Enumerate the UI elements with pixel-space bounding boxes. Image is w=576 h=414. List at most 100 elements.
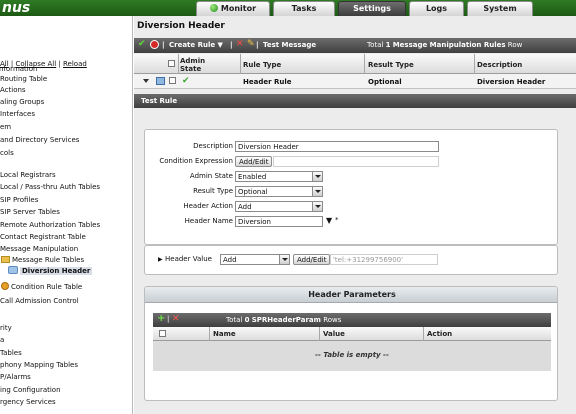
nav-item-signaling-groups[interactable]: aling Groups <box>0 98 44 107</box>
nav-item-emergency-services[interactable]: rgency Services <box>0 398 56 407</box>
params-total-suffix: Rows <box>323 316 342 324</box>
separator: | <box>58 60 61 68</box>
nav-item-tables[interactable]: Tables <box>0 349 22 358</box>
nav-item-message-rule-tables[interactable]: Message Rule Tables <box>1 256 84 265</box>
result-type-label: Result Type <box>193 187 233 195</box>
header-name-field[interactable]: Diversion <box>235 216 323 227</box>
nav-item-routing-table[interactable]: Routing Table <box>0 75 47 84</box>
rules-toolbar: ✔ | Create Rule ▼ | ✕ ✎ | Test Message T… <box>134 38 576 53</box>
admin-state-label: Admin State <box>189 172 233 180</box>
row-rule-type: Header Rule <box>243 78 292 86</box>
total-prefix: Total <box>367 41 384 49</box>
add-icon[interactable]: + <box>157 313 165 324</box>
edit-icon[interactable]: ✎ <box>247 39 255 49</box>
condition-expression-field[interactable] <box>273 156 439 167</box>
gear-icon <box>1 282 9 290</box>
delete-icon[interactable]: ✕ <box>236 39 244 49</box>
page-title: Diversion Header <box>137 21 225 31</box>
col-admin-state[interactable]: Admin State <box>180 57 220 73</box>
col-description[interactable]: Description <box>477 61 522 69</box>
nav-item-local-registrars[interactable]: Local Registrars <box>0 171 56 180</box>
tab-system[interactable]: System <box>467 1 533 16</box>
row-description: Diversion Header <box>477 78 546 86</box>
enabled-check-icon: ✔ <box>182 76 190 86</box>
nav-item-interfaces[interactable]: Interfaces <box>0 110 35 119</box>
toolbar-divider: | <box>230 41 233 49</box>
header-name-dropdown-icon[interactable]: ▼ <box>326 216 332 225</box>
main-panel: Diversion Header ✔ | Create Rule ▼ | ✕ ✎… <box>134 16 576 414</box>
header-value-field[interactable]: 'tel:+31299756900' <box>330 254 438 265</box>
table-row[interactable]: ✔ Header Rule Optional Diversion Header <box>134 74 576 89</box>
nav-item-media[interactable]: a <box>0 336 4 345</box>
rule-table-icon <box>8 266 18 274</box>
tab-settings[interactable]: Settings <box>338 1 406 16</box>
tab-logs[interactable]: Logs <box>409 1 464 16</box>
col-action[interactable]: Action <box>427 330 452 338</box>
nav-item-protocols[interactable]: cols <box>0 149 14 158</box>
nav-item-actions[interactable]: Actions <box>0 86 26 95</box>
params-total: Total 0 SPRHeaderParam Rows <box>226 316 341 324</box>
nav-item-sip-server-tables[interactable]: SIP Server Tables <box>0 208 60 217</box>
empty-table-message: -- Table is empty -- <box>153 341 551 371</box>
row-checkbox[interactable] <box>169 77 176 86</box>
header-parameters-title: Header Parameters <box>145 287 557 303</box>
tab-monitor[interactable]: Monitor <box>196 1 270 16</box>
rule-form: Description Diversion Header Condition E… <box>144 129 558 245</box>
nav-item-message-manipulation[interactable]: Message Manipulation <box>0 245 78 254</box>
nav-item-condition-rule-table[interactable]: Condition Rule Table <box>1 282 82 292</box>
tab-monitor-label: Monitor <box>220 4 257 13</box>
nav-item-contact-registrant[interactable]: Contact Registrant Table <box>0 233 86 242</box>
toolbar-divider: | <box>256 41 259 49</box>
chevron-down-icon <box>312 202 322 211</box>
total-label: Message Manipulation Rules <box>392 41 506 49</box>
result-type-select[interactable]: Optional <box>235 186 323 197</box>
total-suffix: Row <box>507 41 523 49</box>
expand-row-icon[interactable] <box>143 79 149 83</box>
reload-link[interactable]: Reload <box>63 60 87 68</box>
header-params-toolbar: + | ✕ Total 0 SPRHeaderParam Rows <box>153 313 551 327</box>
col-result-type[interactable]: Result Type <box>368 61 414 69</box>
monitor-icon <box>209 4 218 12</box>
test-message-button[interactable]: Test Message <box>263 41 316 49</box>
apply-check-icon[interactable]: ✔ <box>138 39 146 49</box>
nav-item-telephony-mapping[interactable]: phony Mapping Tables <box>0 361 78 370</box>
header-value-box: ▶ Header Value Add Add/Edit 'tel:+312997… <box>144 245 558 275</box>
total-count: 1 <box>385 41 391 49</box>
nav-item-label: Diversion Header <box>20 267 93 275</box>
params-select-all-checkbox[interactable] <box>159 330 166 339</box>
nav-item-security[interactable]: rity <box>0 324 12 333</box>
nav-item-information[interactable]: nformation <box>0 65 37 74</box>
header-value-select[interactable]: Add <box>220 254 290 265</box>
nav-item-snmp-alarms[interactable]: P/Alarms <box>0 373 31 382</box>
nav-item-logging-configuration[interactable]: ing Configuration <box>0 386 61 395</box>
select-all-checkbox[interactable] <box>168 60 175 69</box>
col-name[interactable]: Name <box>213 330 236 338</box>
header-action-value: Add <box>238 203 252 211</box>
create-rule-button[interactable]: Create Rule ▼ <box>169 41 223 49</box>
nav-item-system[interactable]: em <box>0 123 11 132</box>
nav-item-diversion-header[interactable]: Diversion Header <box>8 266 93 276</box>
folder-icon <box>1 256 10 263</box>
nav-item-sip-profiles[interactable]: SIP Profiles <box>0 196 38 205</box>
rules-grid-header: Admin State Rule Type Result Type Descri… <box>134 54 576 74</box>
rules-total: Total 1 Message Manipulation Rules Row <box>367 41 522 49</box>
stop-icon[interactable] <box>150 40 159 51</box>
delete-icon[interactable]: ✕ <box>172 314 180 324</box>
tab-tasks[interactable]: Tasks <box>273 1 335 16</box>
nav-item-call-admission-control[interactable]: Call Admission Control <box>0 297 79 306</box>
nav-item-pass-thru-auth[interactable]: Local / Pass-thru Auth Tables <box>0 183 100 192</box>
toolbar-divider: | <box>167 315 170 323</box>
description-field[interactable]: Diversion Header <box>235 141 439 152</box>
required-mark: * <box>335 216 339 224</box>
nav-item-directory-services[interactable]: and Directory Services <box>0 136 79 145</box>
col-rule-type[interactable]: Rule Type <box>243 61 281 69</box>
admin-state-value: Enabled <box>238 173 267 181</box>
expand-arrow-icon[interactable]: ▶ <box>158 256 163 263</box>
view-row-icon[interactable] <box>156 77 165 85</box>
nav-item-remote-authorization[interactable]: Remote Authorization Tables <box>0 221 100 230</box>
condition-add-edit-button[interactable]: Add/Edit <box>235 156 273 167</box>
col-value[interactable]: Value <box>323 330 345 338</box>
header-value-add-edit-button[interactable]: Add/Edit <box>293 254 331 265</box>
admin-state-select[interactable]: Enabled <box>235 171 323 182</box>
header-action-select[interactable]: Add <box>235 201 323 212</box>
